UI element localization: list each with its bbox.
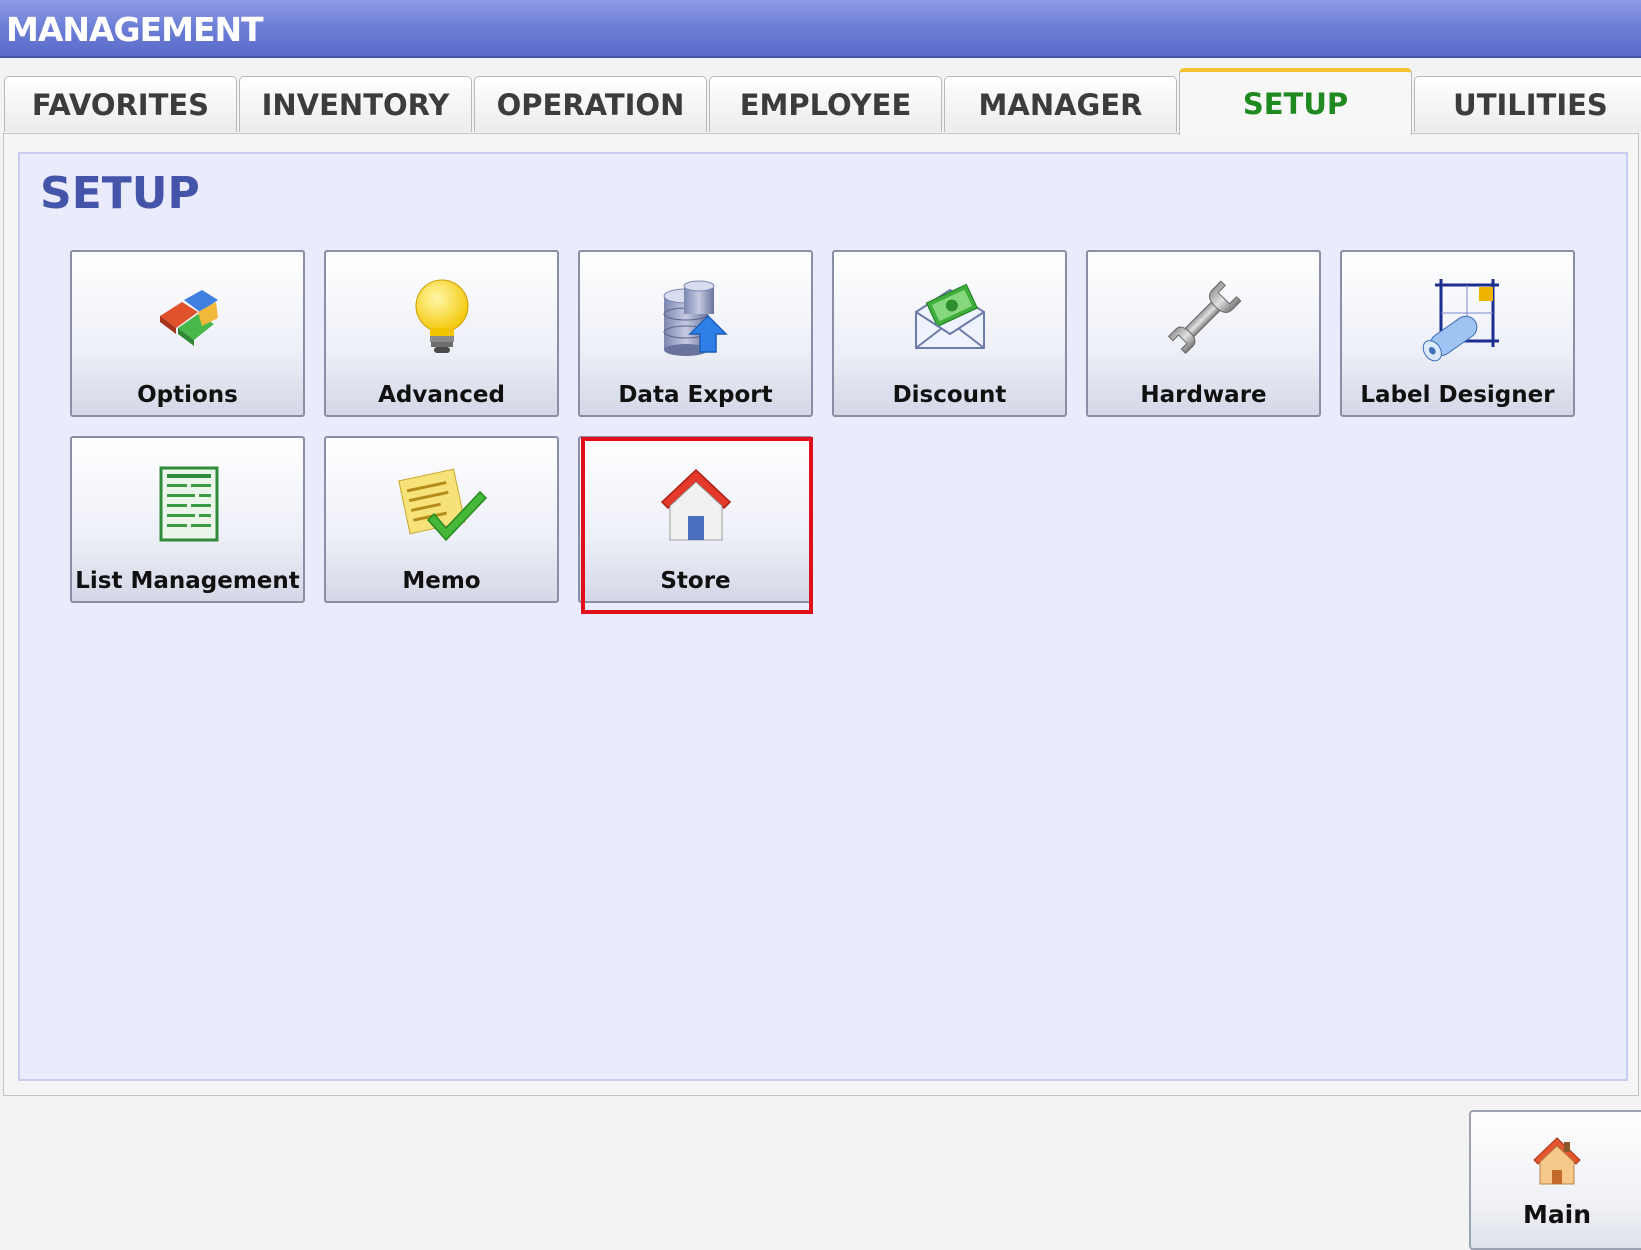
house-icon [580,462,811,546]
store-button[interactable]: Store [578,436,813,603]
tab-manager[interactable]: MANAGER [944,76,1177,132]
window-title: MANAGEMENT [6,10,264,49]
button-label: Label Designer [1360,382,1555,408]
tab-label: OPERATION [496,87,685,122]
hardware-button[interactable]: Hardware [1086,250,1321,417]
memo-button[interactable]: Memo [324,436,559,603]
panel-title: SETUP [40,168,200,219]
tab-label: UTILITIES [1453,87,1608,122]
button-label: Discount [892,382,1007,408]
button-label: List Management [75,568,300,594]
button-label: Advanced [378,382,505,408]
wrench-icon [1088,276,1319,360]
tab-utilities[interactable]: UTILITIES [1414,76,1641,132]
money-envelope-icon [834,276,1065,360]
options-button[interactable]: Options [70,250,305,417]
tab-favorites[interactable]: FAVORITES [4,76,237,132]
title-bar: MANAGEMENT [0,0,1641,58]
tab-label: MANAGER [978,87,1143,122]
tab-label: SETUP [1242,86,1349,121]
list-management-button[interactable]: List Management [70,436,305,603]
main-button[interactable]: Main [1469,1110,1641,1250]
tab-label: EMPLOYEE [739,87,912,122]
advanced-button[interactable]: Advanced [324,250,559,417]
button-label: Data Export [618,382,773,408]
lightbulb-icon [326,276,557,360]
memo-check-icon [326,462,557,546]
puzzle-icon [72,276,303,360]
data-export-button[interactable]: Data Export [578,250,813,417]
tab-label: INVENTORY [261,87,450,122]
button-label: Store [660,568,731,594]
button-label: Memo [402,568,481,594]
main-button-label: Main [1522,1200,1592,1229]
tab-employee[interactable]: EMPLOYEE [709,76,942,132]
button-label: Hardware [1140,382,1267,408]
button-label: Options [137,382,238,408]
tab-label: FAVORITES [31,87,210,122]
label-roll-icon [1342,276,1573,362]
tab-setup[interactable]: SETUP [1179,68,1412,135]
house-icon [1471,1134,1641,1188]
tab-inventory[interactable]: INVENTORY [239,76,472,132]
tab-operation[interactable]: OPERATION [474,76,707,132]
label-designer-button[interactable]: Label Designer [1340,250,1575,417]
discount-button[interactable]: Discount [832,250,1067,417]
tab-bar: FAVORITES INVENTORY OPERATION EMPLOYEE M… [4,68,1641,135]
list-document-icon [72,462,303,546]
database-export-icon [580,276,811,360]
